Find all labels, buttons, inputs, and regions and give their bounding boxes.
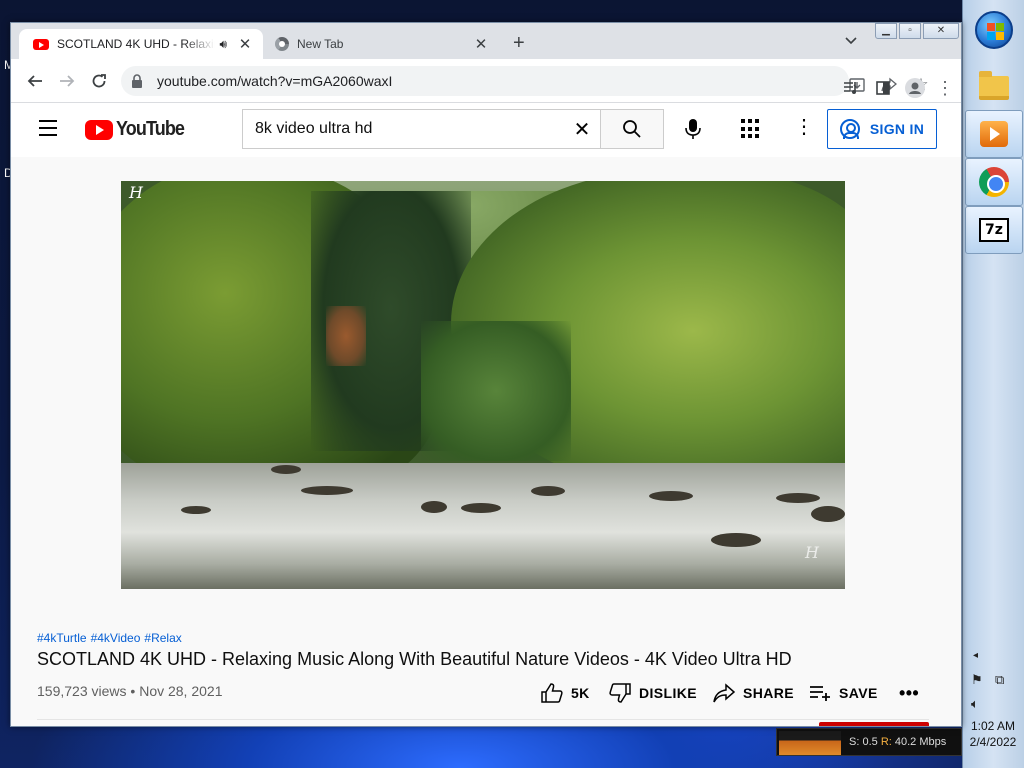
volume-icon[interactable]: 🔈︎ (971, 696, 979, 712)
youtube-logo[interactable]: YouTube (85, 118, 192, 141)
address-bar[interactable]: youtube.com/watch?v=mGA2060waxI ☆ (121, 66, 929, 96)
taskbar-chrome-button[interactable] (965, 158, 1023, 206)
new-tab-plus-icon[interactable]: + (513, 33, 525, 53)
clock-time: 1:02 AM (970, 719, 1016, 733)
microphone-icon (685, 119, 701, 139)
profile-avatar-icon[interactable] (903, 76, 927, 100)
recv-value: 40.2 Mbps (894, 736, 947, 748)
taskbar-explorer-button[interactable] (965, 64, 1023, 112)
account-circle-icon (839, 119, 860, 139)
save-to-playlist-button[interactable]: SAVE (809, 679, 878, 707)
settings-kebab-icon[interactable]: ⋮ (794, 117, 814, 137)
divider (37, 719, 929, 720)
tab-search-chevron-down-icon[interactable] (845, 37, 857, 47)
video-hashtags: #4kTurtle #4kVideo #Relax (37, 631, 186, 645)
thumbs-down-icon (609, 683, 631, 703)
hamburger-menu-icon[interactable] (39, 120, 59, 140)
chrome-favicon-icon (275, 37, 289, 51)
chrome-menu-kebab-icon[interactable]: ⋮ (933, 76, 957, 100)
tab-new-tab[interactable]: New Tab ✕ (265, 29, 499, 59)
7zip-icon: 7z (979, 218, 1009, 242)
sent-label: S: (849, 736, 860, 748)
meta-separator: • (130, 683, 136, 699)
hashtag-link[interactable]: #4kTurtle (37, 631, 87, 645)
taskbar-7zip-button[interactable]: 7z (965, 206, 1023, 254)
close-tab-icon[interactable]: ✕ (471, 35, 491, 53)
clock-date: 2/4/2022 (969, 735, 1017, 749)
clear-search-icon[interactable]: ✕ (564, 117, 600, 142)
save-label: SAVE (839, 685, 878, 701)
hashtag-link[interactable]: #4kVideo (91, 631, 141, 645)
minimize-window-button[interactable]: ▁ (875, 23, 897, 39)
forward-arrow-icon[interactable] (55, 69, 79, 93)
like-count: 5K (571, 685, 590, 701)
youtube-header: YouTube 8k video ultra hd ✕ ⋮ SIGN IN (11, 103, 961, 157)
show-hidden-icons-chevron-icon[interactable]: ◂ (973, 650, 978, 661)
video-watermark: H (129, 183, 143, 202)
system-clock[interactable]: 1:02 AM 2/4/2022 (964, 718, 1022, 750)
sign-in-button[interactable]: SIGN IN (827, 109, 937, 149)
video-title: SCOTLAND 4K UHD - Relaxing Music Along W… (37, 649, 792, 669)
chrome-icon (979, 167, 1009, 197)
browser-toolbar: youtube.com/watch?v=mGA2060waxI ☆ ⋮ (11, 59, 961, 103)
folder-icon (979, 71, 1009, 100)
youtube-wordmark: YouTube (116, 118, 185, 140)
recv-label: R: (880, 736, 892, 748)
action-center-flag-icon[interactable]: ⚑ (971, 672, 983, 688)
youtube-play-logo-icon (85, 119, 113, 140)
voice-search-button[interactable] (677, 113, 709, 145)
side-panel-icon[interactable] (871, 76, 895, 100)
search-icon (623, 120, 641, 138)
network-icon[interactable]: ⧉ (995, 672, 1004, 688)
chrome-window: SCOTLAND 4K UHD - Relaxing Music Along W… (10, 22, 962, 727)
thumbs-up-icon (541, 683, 563, 703)
search-query-text: 8k video ultra hd (255, 120, 373, 137)
search-button[interactable] (600, 109, 664, 149)
view-count: 159,723 views (37, 683, 127, 699)
playlist-add-icon (810, 686, 830, 701)
search-input[interactable]: 8k video ultra hd ✕ (242, 109, 600, 149)
media-player-icon (980, 121, 1008, 147)
taskbar: 7z ◂ ⚑ ⧉ 🔈︎ (962, 0, 1024, 768)
video-player[interactable]: H H (121, 181, 845, 589)
youtube-favicon-icon (33, 38, 49, 50)
close-tab-icon[interactable]: ✕ (235, 35, 255, 53)
subscribe-button[interactable] (819, 722, 929, 726)
share-label: SHARE (743, 685, 795, 701)
video-watermark: H (805, 543, 819, 562)
network-meter-widget: S: 0.5 R: 40.2 Mbps (776, 728, 962, 756)
dislike-button[interactable]: DISLIKE (609, 679, 697, 707)
tab-title: SCOTLAND 4K UHD - Relaxing Music Along W… (57, 37, 215, 51)
lock-icon[interactable] (131, 74, 145, 88)
tab-youtube-video[interactable]: SCOTLAND 4K UHD - Relaxing Music Along W… (19, 29, 263, 59)
close-window-button[interactable]: ✕ (923, 23, 959, 39)
share-button[interactable]: SHARE (713, 679, 794, 707)
youtube-apps-grid-icon[interactable] (741, 119, 761, 139)
hashtag-link[interactable]: #Relax (144, 631, 181, 645)
dislike-label: DISLIKE (639, 685, 698, 701)
url-text: youtube.com/watch?v=mGA2060waxI (157, 73, 393, 89)
video-meta: 159,723 views • Nov 28, 2021 (37, 683, 223, 699)
bandwidth-graph (779, 731, 841, 755)
sent-value: 0.5 (862, 736, 878, 748)
reload-icon[interactable] (87, 69, 111, 93)
maximize-window-button[interactable]: ▫ (899, 23, 921, 39)
media-control-icon[interactable] (839, 76, 863, 100)
more-actions-ellipsis-icon[interactable]: ••• (899, 679, 919, 707)
windows-logo-icon (975, 11, 1013, 49)
audio-playing-icon[interactable]: 🔊︎ (219, 37, 227, 52)
upload-date: Nov 28, 2021 (139, 683, 223, 699)
like-button[interactable]: 5K (541, 679, 590, 707)
taskbar-media-player-button[interactable] (965, 110, 1023, 158)
youtube-page: YouTube 8k video ultra hd ✕ ⋮ SIGN IN H … (11, 103, 961, 726)
tab-strip: SCOTLAND 4K UHD - Relaxing Music Along W… (11, 23, 961, 59)
share-arrow-icon (713, 683, 735, 703)
tab-title: New Tab (297, 37, 344, 51)
start-button[interactable] (965, 4, 1023, 56)
bandwidth-stats: S: 0.5 R: 40.2 Mbps (849, 736, 946, 748)
sign-in-label: SIGN IN (869, 121, 925, 137)
back-arrow-icon[interactable] (23, 69, 47, 93)
